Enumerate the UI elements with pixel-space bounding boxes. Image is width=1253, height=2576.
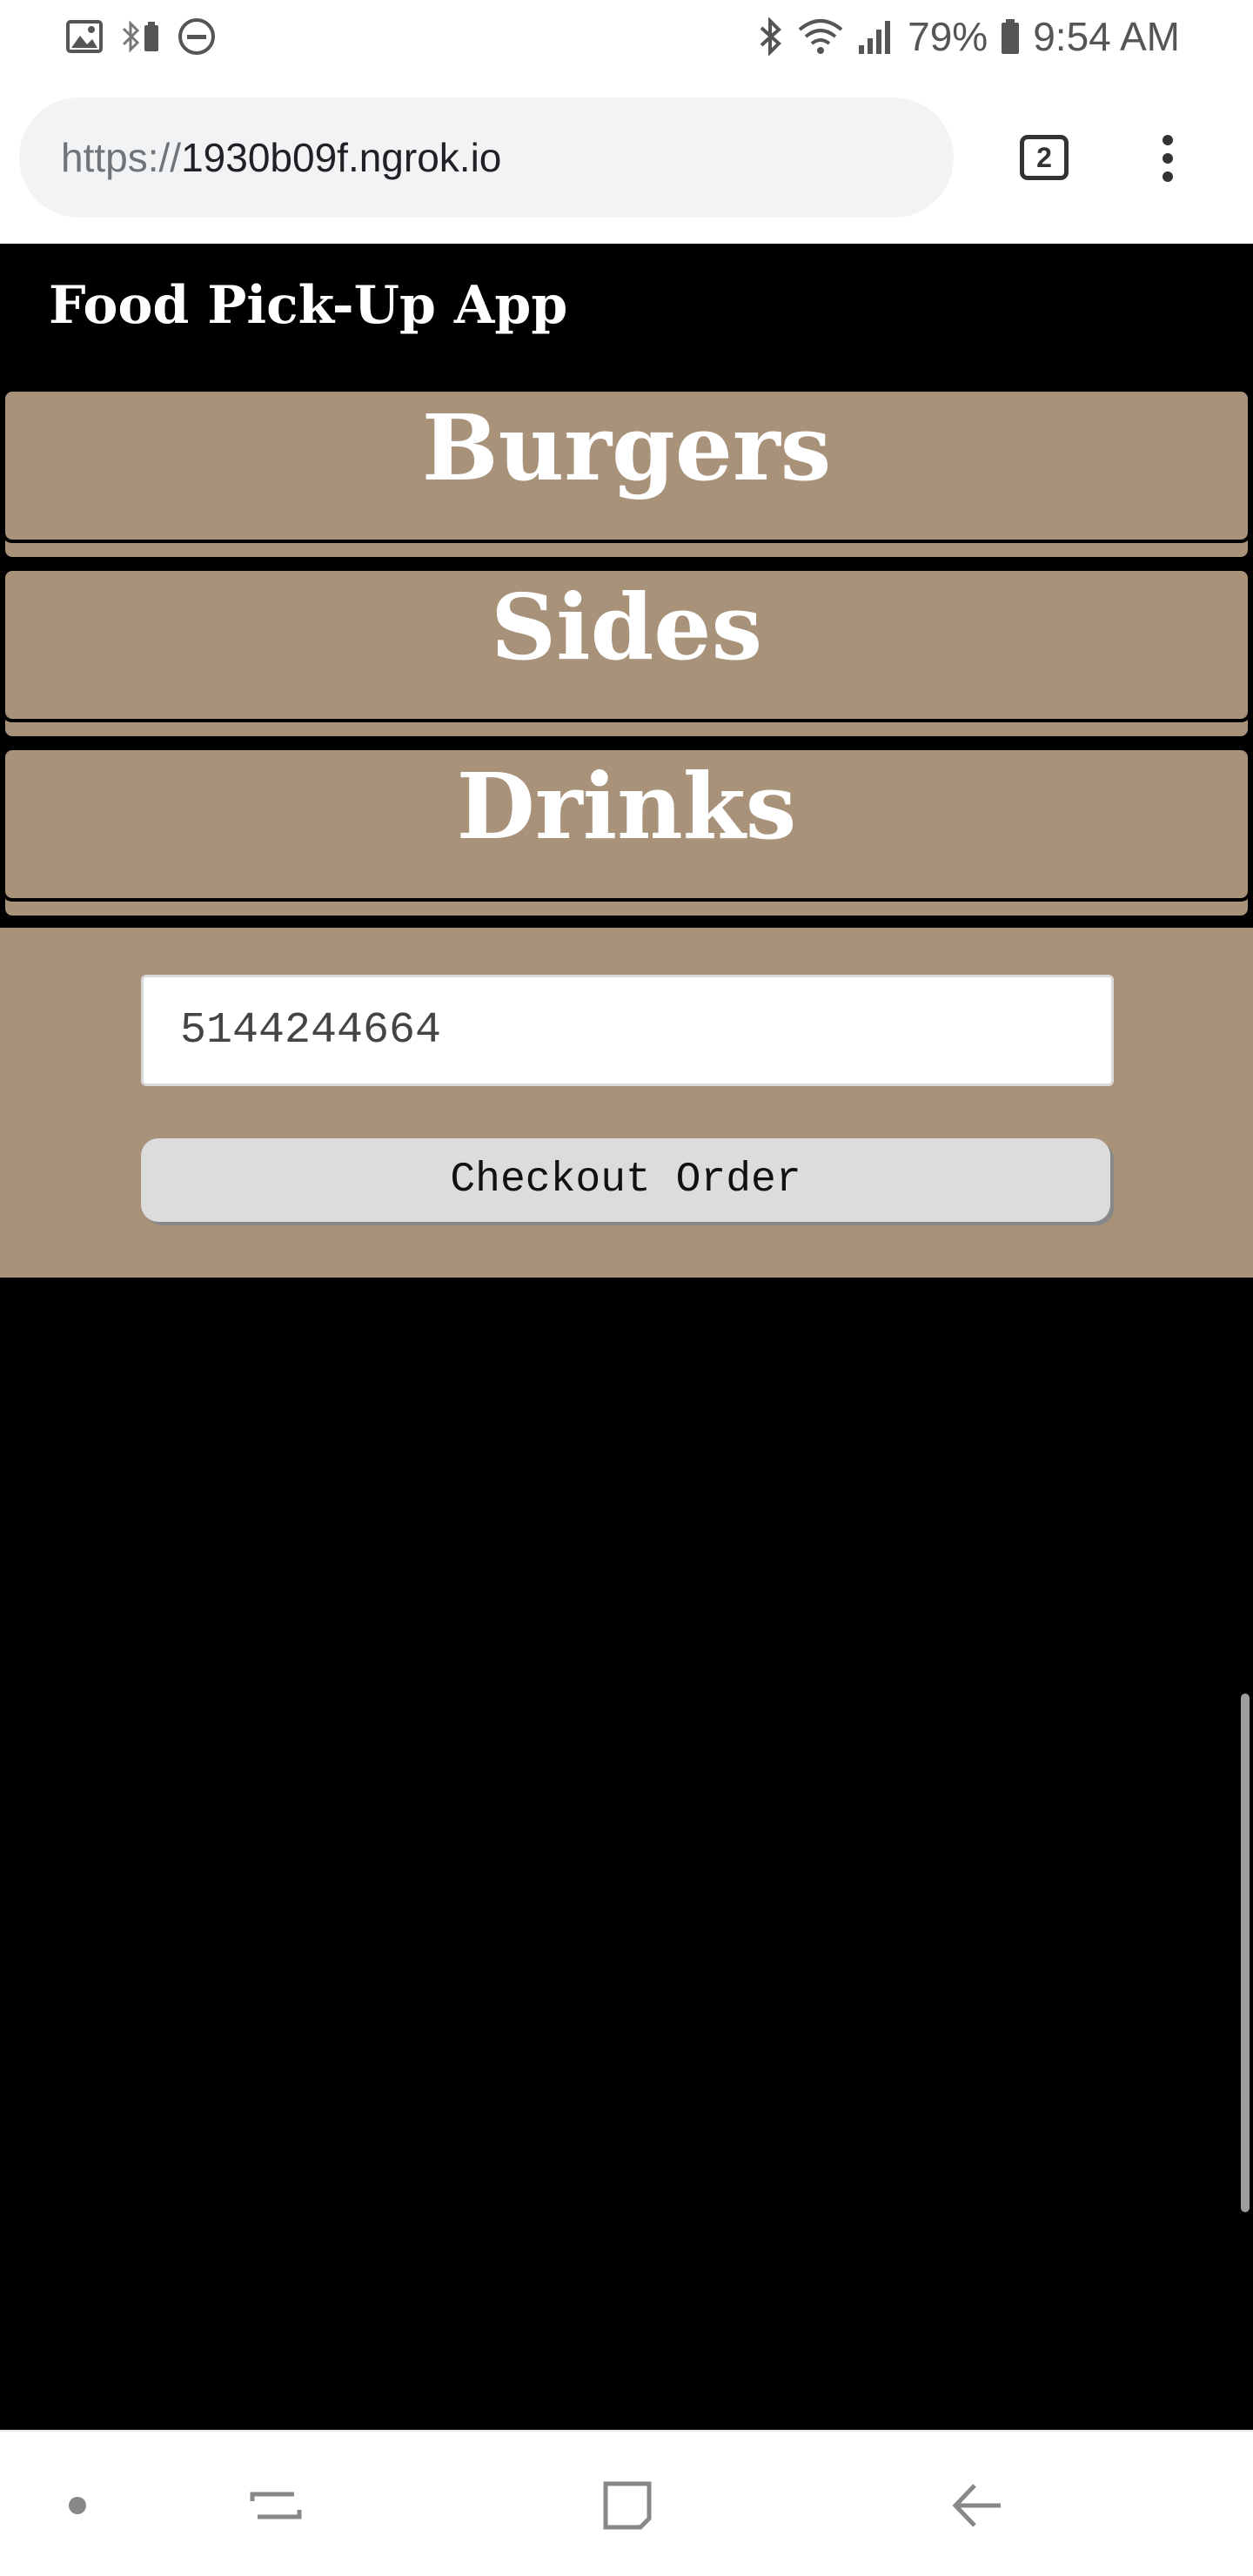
clock: 9:54 AM	[1033, 14, 1180, 59]
home-icon[interactable]	[588, 2466, 667, 2545]
status-left-icons	[66, 16, 216, 57]
app-header: Food Pick-Up App	[0, 244, 1253, 388]
battery-icon	[1000, 17, 1021, 56]
category-card[interactable]: Drinks	[2, 747, 1251, 902]
do-not-disturb-icon	[178, 17, 216, 56]
category-card[interactable]: Burgers	[2, 388, 1251, 543]
address-bar[interactable]: https:// 1930b09f.ngrok.io	[19, 97, 954, 218]
recent-apps-icon[interactable]	[237, 2466, 315, 2545]
signal-icon	[857, 17, 895, 56]
category-burgers[interactable]: Burgers	[2, 388, 1251, 562]
category-sides[interactable]: Sides	[2, 567, 1251, 741]
wifi-icon	[796, 17, 845, 56]
browser-toolbar: https:// 1930b09f.ngrok.io 2	[0, 73, 1253, 244]
category-drinks[interactable]: Drinks	[2, 747, 1251, 921]
category-label: Sides	[490, 574, 763, 681]
url-scheme: https://	[61, 135, 182, 180]
checkout-panel: Checkout Order	[0, 928, 1253, 1278]
category-label: Drinks	[456, 753, 797, 860]
url-host: 1930b09f.ngrok.io	[181, 135, 502, 180]
image-icon	[66, 20, 103, 53]
bluetooth-icon	[758, 17, 784, 56]
battery-percentage: 79%	[908, 14, 988, 59]
app-title: Food Pick-Up App	[49, 275, 568, 336]
status-right-icons: 79% 9:54 AM	[758, 14, 1180, 59]
category-list: Burgers Sides Drinks	[0, 388, 1253, 928]
dot-icon[interactable]	[38, 2466, 117, 2545]
tab-count: 2	[1036, 141, 1052, 173]
bluetooth-battery-icon	[118, 18, 162, 55]
tab-switcher-button[interactable]: 2	[1020, 135, 1069, 180]
back-icon[interactable]	[938, 2466, 1016, 2545]
status-bar: 79% 9:54 AM	[0, 0, 1253, 73]
category-card[interactable]: Sides	[2, 567, 1251, 722]
checkout-order-button[interactable]: Checkout Order	[141, 1138, 1110, 1222]
category-label: Burgers	[421, 394, 832, 501]
system-navigation-bar	[0, 2430, 1253, 2576]
more-vert-icon[interactable]	[1150, 134, 1185, 183]
phone-number-input[interactable]	[141, 975, 1114, 1086]
scrollbar-thumb[interactable]	[1241, 1694, 1250, 2212]
